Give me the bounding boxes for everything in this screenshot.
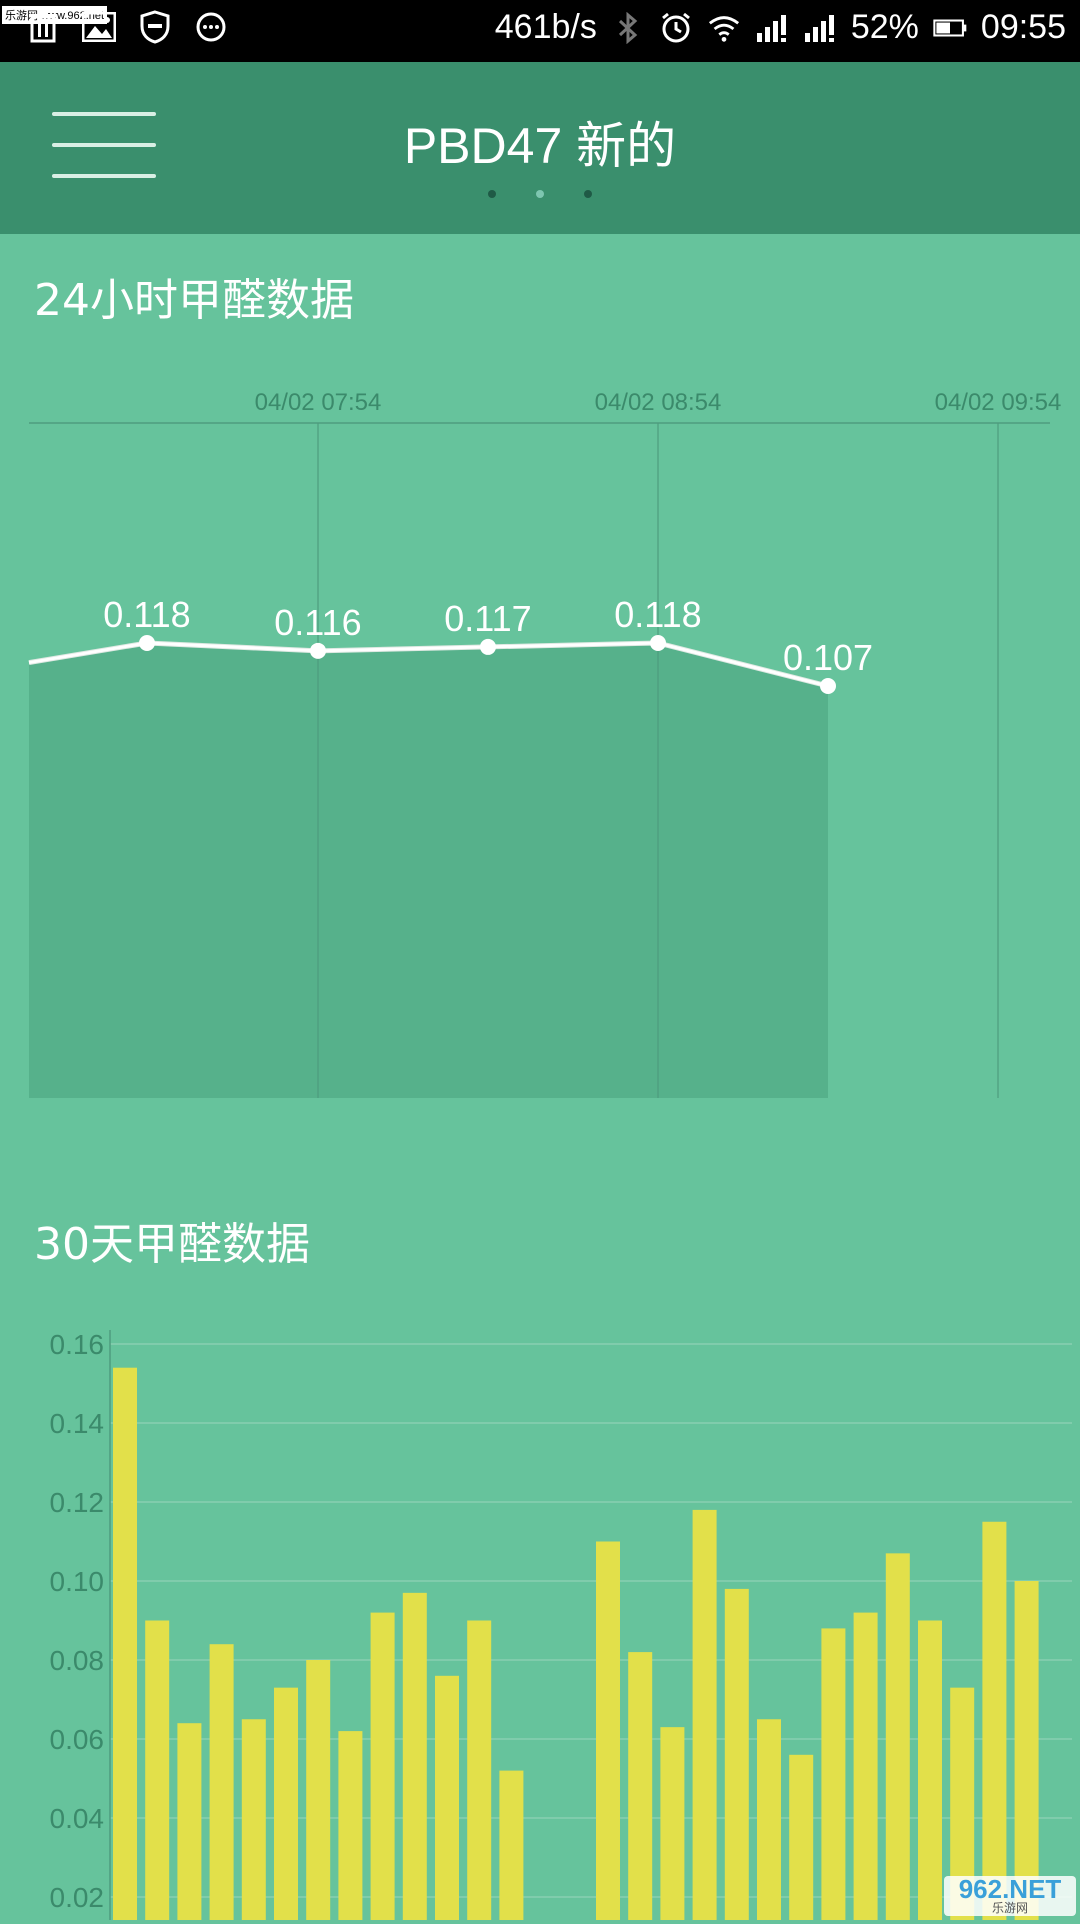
bar <box>918 1620 942 1920</box>
chart-30d: 0.02 0.04 0.06 0.08 0.10 0.12 0.14 0.16 <box>0 1320 1080 1924</box>
bar <box>692 1509 717 1920</box>
bar <box>628 1652 653 1920</box>
section-title-24h: 24小时甲醛数据 <box>34 275 354 326</box>
bar <box>370 1612 395 1920</box>
watermark-brand: 962.NET <box>958 1874 1062 1904</box>
page-dot[interactable] <box>584 190 592 198</box>
bar <box>435 1675 459 1920</box>
app-header: PBD47 新的 <box>0 62 1080 234</box>
y-tick-label: 0.08 <box>50 1645 105 1676</box>
y-tick-label: 0.14 <box>50 1408 105 1439</box>
bar <box>274 1687 298 1920</box>
bar <box>885 1553 910 1920</box>
net-speed: 461b/s <box>494 8 597 46</box>
y-tick-label: 0.04 <box>50 1803 105 1834</box>
section-title-30d: 30天甲醛数据 <box>34 1219 310 1270</box>
bar <box>982 1521 1007 1920</box>
bar <box>241 1719 266 1920</box>
chart-24h-svg: 04/02 07:54 04/02 08:54 04/02 09:54 0.118 0.… <box>28 389 1062 1098</box>
more-icon <box>194 10 228 44</box>
chart-30d-svg: 0.02 0.04 0.06 0.08 0.10 0.12 0.14 0.16 <box>50 1329 1072 1920</box>
bar <box>1014 1581 1039 1920</box>
x-tick-label: 04/02 08:54 <box>595 389 722 416</box>
bar <box>757 1719 781 1920</box>
device-title: PBD47 新的 <box>403 118 677 174</box>
wifi-icon <box>707 11 741 45</box>
y-tick-label: 0.02 <box>50 1882 105 1913</box>
trash-icon <box>26 10 60 44</box>
bar <box>113 1367 137 1920</box>
signal-icon <box>755 11 789 45</box>
bar <box>145 1620 170 1920</box>
battery-percent: 52% <box>850 8 919 46</box>
alarm-icon <box>659 11 693 45</box>
data-label: 0.117 <box>444 598 531 639</box>
data-point <box>480 638 496 655</box>
bar <box>596 1541 620 1920</box>
data-label: 0.118 <box>103 594 190 635</box>
page-dot-active[interactable] <box>536 190 544 198</box>
bar <box>467 1620 492 1920</box>
bar <box>177 1723 202 1920</box>
shield-icon <box>138 10 172 44</box>
bluetooth-icon <box>611 11 645 45</box>
status-bar: 乐游网 www.962.net 461b/s 52% 09:55 <box>0 0 1080 62</box>
x-tick-label: 04/02 09:54 <box>935 389 1062 416</box>
bar <box>821 1628 846 1920</box>
y-tick-label: 0.10 <box>50 1566 105 1597</box>
x-tick-label: 04/02 07:54 <box>255 389 382 416</box>
image-icon <box>82 10 116 44</box>
y-tick-label: 0.16 <box>50 1329 105 1360</box>
bar <box>724 1588 749 1920</box>
data-point <box>650 635 666 651</box>
page-indicator[interactable] <box>0 190 1080 198</box>
y-tick-label: 0.06 <box>50 1724 105 1755</box>
bar <box>789 1754 814 1920</box>
area-fill <box>29 643 828 1098</box>
signal-icon <box>803 11 837 45</box>
bar <box>402 1592 427 1920</box>
data-label: 0.107 <box>783 637 873 678</box>
bar <box>853 1612 878 1920</box>
bar <box>660 1727 685 1920</box>
bar <box>306 1660 331 1920</box>
page-dot[interactable] <box>488 190 496 198</box>
battery-icon <box>933 11 967 45</box>
data-point <box>820 678 836 694</box>
data-label: 0.118 <box>614 594 701 635</box>
data-point <box>310 642 326 659</box>
y-tick-label: 0.12 <box>50 1487 105 1518</box>
bar <box>499 1770 524 1920</box>
data-point <box>139 635 155 651</box>
watermark-logo: 962.NET 乐游网 <box>944 1876 1076 1916</box>
chart-24h: 04/02 07:54 04/02 08:54 04/02 09:54 0.118 0.… <box>0 380 1080 1124</box>
bar <box>338 1731 363 1920</box>
clock: 09:55 <box>980 8 1066 46</box>
data-label: 0.116 <box>274 602 361 643</box>
bar <box>209 1644 234 1920</box>
